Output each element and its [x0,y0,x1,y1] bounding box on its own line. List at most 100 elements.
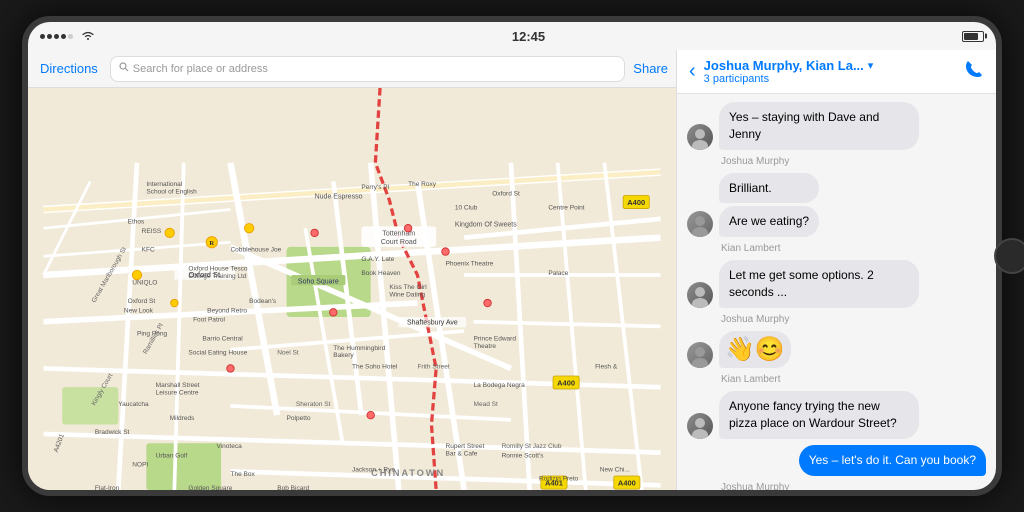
svg-text:Polpetto: Polpetto [287,415,311,422]
svg-text:Book Heaven: Book Heaven [361,270,401,277]
message-group: Yes – staying with Dave and Jenny [687,102,986,150]
svg-text:KFC: KFC [142,247,155,254]
svg-text:Vinoteca: Vinoteca [216,443,242,450]
avatar [687,211,713,237]
svg-text:Prince Edward: Prince Edward [474,335,517,342]
svg-text:Oxford St: Oxford St [128,298,156,305]
svg-text:Mildreds: Mildreds [170,415,195,422]
svg-text:Centre Point: Centre Point [548,205,584,212]
chat-participants-name: Joshua Murphy, Kian La... [704,58,864,73]
message-group: 👋😊 [687,331,986,369]
svg-text:Kingdom Of Sweets: Kingdom Of Sweets [455,221,517,228]
svg-text:G.A.Y. Late: G.A.Y. Late [361,256,394,263]
search-bar[interactable]: Search for place or address [110,56,626,82]
svg-text:Noel St: Noel St [277,349,299,356]
svg-text:School of English: School of English [146,189,197,196]
svg-text:Nude Espresso: Nude Espresso [315,193,363,200]
svg-text:Bradwick St: Bradwick St [95,429,130,436]
message-row: Let me get some options. 2 seconds ... [687,260,986,308]
svg-text:The Soho Hotel: The Soho Hotel [352,363,398,370]
message-bubble: Anyone fancy trying the new pizza place … [719,391,919,439]
status-left [40,30,95,43]
svg-text:Cobblehouse Joe: Cobblehouse Joe [230,247,281,254]
svg-text:Urban Golf: Urban Golf [156,452,188,459]
svg-text:Sheraton St: Sheraton St [296,401,331,408]
message-bubble: Let me get some options. 2 seconds ... [719,260,919,308]
svg-text:Mead St: Mead St [474,401,499,408]
svg-text:Social Eating House: Social Eating House [188,349,247,356]
avatar [687,342,713,368]
svg-text:Rodizio Preto: Rodizio Preto [539,476,579,483]
message-bubble: Brilliant. [719,173,819,204]
svg-text:Barrio Central: Barrio Central [202,335,243,342]
sender-label: Joshua Murphy [721,156,986,167]
svg-text:Foot Patrol: Foot Patrol [193,317,225,324]
svg-text:UNIQLO: UNIQLO [132,279,157,286]
message-group: Yes – let's do it. Can you book? [687,445,986,476]
svg-text:Jackson + Rye: Jackson + Rye [352,466,395,473]
svg-text:Bob Bicard: Bob Bicard [277,485,309,490]
battery-icon [962,31,984,42]
svg-text:R: R [209,240,214,247]
message-row: 👋😊 [687,331,986,369]
message-row: Brilliant. Are we eating? [687,173,986,238]
svg-text:Yaucatcha: Yaucatcha [118,401,149,408]
chat-header-info: Joshua Murphy, Kian La... ▾ 3 participan… [704,58,956,85]
svg-text:Oxford St: Oxford St [492,191,520,198]
message-group: Let me get some options. 2 seconds ... [687,260,986,308]
svg-text:Ronnie Scott's: Ronnie Scott's [502,452,545,459]
svg-text:Phoenix Theatre: Phoenix Theatre [445,261,493,268]
svg-text:The Roxy: The Roxy [408,181,437,188]
chat-messages: Yes – staying with Dave and Jenny Joshua… [677,94,996,490]
chevron-down-icon: ▾ [868,59,874,72]
svg-text:Romilly St Jazz Club: Romilly St Jazz Club [502,443,562,450]
message-group: Brilliant. Are we eating? [687,173,986,238]
map-canvas[interactable]: Oxford St Tottenham Court Road Shaftesbu… [28,88,676,490]
svg-text:New Chi...: New Chi... [600,466,630,473]
svg-text:Bar & Cafe: Bar & Cafe [445,450,477,457]
avatar [687,124,713,150]
svg-text:Palace: Palace [548,270,568,277]
home-button[interactable] [994,238,1024,274]
chat-participants-count: 3 participants [704,73,956,85]
svg-text:NOPI: NOPI [132,462,148,469]
svg-text:Ping Pong: Ping Pong [137,331,168,338]
back-button[interactable]: ‹ [689,60,696,83]
message-bubble-emoji: 👋😊 [719,331,791,369]
svg-text:International: International [146,181,182,188]
search-icon [119,62,129,75]
svg-text:Leisure Centre: Leisure Centre [156,390,199,397]
svg-text:Beyond Retro: Beyond Retro [207,307,247,314]
message-row: Yes – staying with Dave and Jenny [687,102,986,150]
svg-text:10 Club: 10 Club [455,205,478,212]
directions-button[interactable]: Directions [36,59,102,78]
map-side: Directions Search for place or address S… [28,50,676,490]
call-button[interactable] [964,59,984,84]
chat-header: ‹ Joshua Murphy, Kian La... ▾ 3 particip… [677,50,996,94]
svg-text:Frith Street: Frith Street [417,363,449,370]
svg-text:A400: A400 [557,378,575,387]
sender-label: Kian Lambert [721,374,986,385]
signal-dots [40,34,73,39]
svg-text:Ethos: Ethos [128,219,145,226]
svg-text:La Bodega Negra: La Bodega Negra [474,382,526,389]
svg-text:Kiss The Girl: Kiss The Girl [389,284,427,291]
svg-text:Flat-Iron: Flat-Iron [95,485,120,490]
svg-text:Rupert Street: Rupert Street [445,443,484,450]
svg-text:College Training Ltd: College Training Ltd [188,273,246,280]
svg-text:A400: A400 [618,478,636,487]
share-button[interactable]: Share [633,61,668,76]
svg-text:Bakery: Bakery [333,352,354,359]
svg-text:Tesco: Tesco [230,265,247,272]
message-row: Anyone fancy trying the new pizza place … [687,391,986,439]
avatar [687,282,713,308]
sender-label: Joshua Murphy [721,482,986,490]
svg-text:REISS: REISS [142,228,162,235]
chat-panel: ‹ Joshua Murphy, Kian La... ▾ 3 particip… [676,50,996,490]
message-bubble: Yes – staying with Dave and Jenny [719,102,919,150]
svg-text:Soho Square: Soho Square [298,278,339,285]
svg-text:Theatre: Theatre [474,343,497,350]
avatar [687,413,713,439]
svg-text:A400: A400 [627,198,645,207]
svg-text:Court Road: Court Road [381,239,417,246]
